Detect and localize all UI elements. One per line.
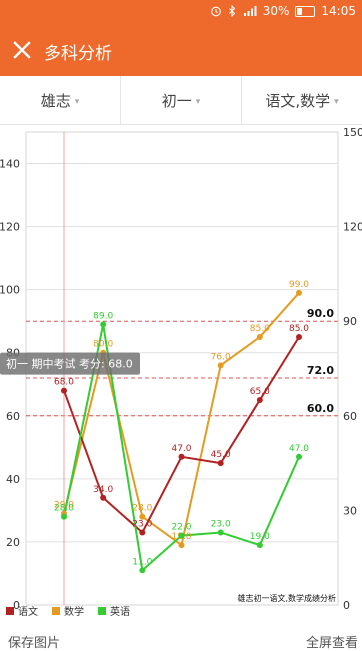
page-title: 多科分析	[44, 44, 112, 64]
student-filter-label: 雄志	[40, 91, 71, 110]
subject-filter[interactable]: 语文,数学 ▾	[242, 76, 362, 124]
data-point	[256, 542, 263, 549]
chevron-down-icon: ▾	[195, 97, 201, 107]
tooltip-text: 初一 期中考试 考分: 68.0	[6, 357, 133, 371]
data-label: 65.0	[250, 387, 270, 397]
data-label: 34.0	[93, 485, 113, 495]
y-right-tick: 150	[343, 126, 362, 139]
data-point	[178, 453, 185, 460]
signal-icon	[243, 6, 257, 16]
clock: 14:05	[321, 4, 356, 18]
data-point	[296, 453, 302, 460]
data-label: 28.0	[54, 504, 74, 514]
data-label: 11.0	[132, 557, 152, 567]
data-label: 45.0	[211, 450, 231, 460]
data-point	[178, 542, 185, 549]
data-point	[217, 529, 224, 536]
subject-filter-label: 语文,数学	[265, 91, 331, 110]
legend-label: 英语	[110, 605, 130, 618]
y-left-tick: 40	[6, 473, 20, 486]
score-chart[interactable]: 020406080100120140030609012015090.072.06…	[0, 124, 362, 624]
y-left-tick: 120	[0, 221, 20, 234]
data-label: 47.0	[289, 444, 309, 454]
legend-swatch	[6, 607, 14, 615]
data-label: 85.0	[250, 324, 270, 334]
data-point	[139, 567, 146, 574]
data-point	[256, 397, 263, 404]
filter-bar: 雄志 ▾ 初一 ▾ 语文,数学 ▾	[0, 76, 362, 125]
data-label: 47.0	[171, 444, 191, 454]
data-label: 19.0	[250, 532, 270, 542]
y-left-tick: 20	[6, 536, 20, 549]
chevron-down-icon: ▾	[74, 97, 80, 107]
y-right-tick: 90	[343, 315, 357, 328]
y-left-tick: 140	[0, 158, 20, 171]
chevron-down-icon: ▾	[334, 97, 339, 107]
battery-percent: 30%	[262, 4, 290, 18]
y-left-tick: 100	[0, 284, 20, 297]
legend-swatch	[52, 607, 60, 615]
bottom-actions: 保存图片 全屏查看	[0, 628, 362, 651]
data-label: 23.0	[211, 519, 231, 529]
data-label: 76.0	[211, 352, 231, 362]
close-button[interactable]	[10, 38, 34, 62]
y-right-tick: 60	[343, 410, 357, 423]
y-right-tick: 120	[343, 221, 362, 234]
student-filter[interactable]: 雄志 ▾	[0, 76, 121, 124]
data-point	[100, 321, 107, 328]
data-point	[100, 494, 107, 501]
data-point	[296, 289, 302, 296]
app-bar: 多科分析	[0, 24, 362, 76]
legend-swatch	[98, 607, 106, 615]
data-label: 80.0	[93, 340, 113, 350]
data-label: 99.0	[289, 280, 309, 290]
data-label: 85.0	[289, 324, 309, 334]
alarm-icon	[210, 6, 221, 17]
data-label: 23.0	[132, 519, 152, 529]
battery-icon	[295, 5, 316, 17]
grade-filter[interactable]: 初一 ▾	[121, 76, 242, 124]
close-icon	[13, 41, 31, 59]
data-point	[256, 333, 263, 340]
grade-filter-label: 初一	[161, 91, 192, 110]
legend-label: 数学	[64, 605, 84, 618]
save-image-button[interactable]: 保存图片	[8, 632, 60, 651]
battery-fill	[297, 7, 303, 15]
reference-label: 90.0	[307, 307, 334, 320]
reference-label: 60.0	[307, 402, 334, 415]
data-point	[217, 460, 224, 467]
data-point	[296, 333, 302, 340]
data-point	[217, 362, 224, 369]
chart-svg: 020406080100120140030609012015090.072.06…	[0, 126, 362, 618]
status-bar: 30% 14:05	[0, 0, 362, 24]
data-point	[61, 513, 67, 520]
data-label: 22.0	[171, 523, 191, 533]
data-point	[139, 529, 146, 536]
y-left-tick: 60	[6, 410, 20, 423]
bluetooth-icon	[228, 5, 235, 17]
y-right-tick: 0	[343, 599, 350, 612]
data-point	[61, 387, 67, 394]
chart-caption: 雄志初一语文,数学成绩分析	[237, 593, 336, 603]
data-label: 28.0	[132, 504, 152, 514]
data-label: 68.0	[54, 378, 74, 388]
legend-label: 语文	[18, 605, 38, 618]
data-point	[178, 532, 185, 539]
fullscreen-button[interactable]: 全屏查看	[306, 632, 358, 651]
status-icons: 30% 14:05	[210, 4, 356, 18]
reference-label: 72.0	[307, 364, 334, 377]
data-label: 89.0	[93, 311, 113, 321]
y-right-tick: 30	[343, 504, 357, 517]
